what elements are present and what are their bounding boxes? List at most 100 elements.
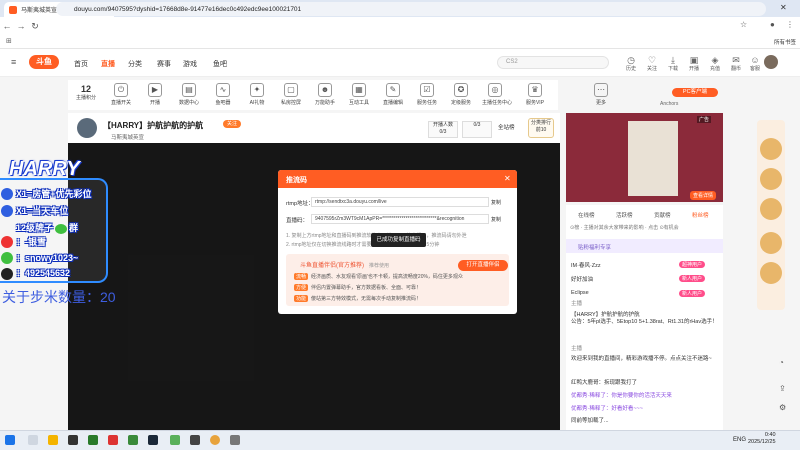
chat-message: 优都秀·稀释了：你是你要你的活活天天来 xyxy=(571,393,672,399)
nav-home[interactable]: 首页 xyxy=(74,59,88,69)
gift-item[interactable] xyxy=(760,138,782,160)
tool-start[interactable]: ▶ 开播 xyxy=(142,83,168,106)
copy-rtmp-button[interactable]: 复制 xyxy=(491,199,501,206)
download-icon: ⤓ xyxy=(671,55,675,65)
file-explorer-icon[interactable] xyxy=(48,435,58,445)
viewer-box[interactable]: 开播人数 0/3 xyxy=(428,121,458,138)
back-icon[interactable]: ← xyxy=(0,21,14,31)
menu-icon[interactable]: ⋮ xyxy=(786,20,794,29)
tool-task[interactable]: ☑ 服务任务 xyxy=(414,83,440,106)
search-input[interactable]: CS2 xyxy=(497,56,609,69)
category-rank[interactable]: 分类排行 前10 xyxy=(528,118,554,138)
gift-item[interactable] xyxy=(760,232,782,254)
copy-key-button[interactable]: 复制 xyxy=(491,216,501,223)
apps-grid-icon[interactable]: ⊞ xyxy=(6,37,12,45)
tab-online[interactable]: 在线榜 xyxy=(578,211,595,219)
tool-private-screen[interactable]: ▢ 私房控屏 xyxy=(278,83,304,106)
wave-icon: ∿ xyxy=(216,83,230,97)
settings-icon[interactable]: ⚙ xyxy=(779,403,786,412)
app-icon[interactable] xyxy=(88,435,98,445)
overlay-line: ：-银雪 xyxy=(16,237,46,247)
tool-rating[interactable]: ✪ 定级服务 xyxy=(448,83,474,106)
close-window-button[interactable]: ✕ xyxy=(780,3,787,12)
robot-icon: ☻ xyxy=(318,83,332,97)
ad-banner[interactable] xyxy=(566,113,723,202)
start-icon[interactable] xyxy=(5,435,15,445)
history-button[interactable]: ◷ 历史 xyxy=(624,55,638,72)
system-clock[interactable]: 0:40 2025/12/25 xyxy=(748,432,776,446)
nav-live[interactable]: 直播 xyxy=(101,59,115,69)
tab-active[interactable]: 活跃榜 xyxy=(616,211,633,219)
nav-category[interactable]: 分类 xyxy=(128,59,142,69)
app-icon[interactable] xyxy=(170,435,180,445)
download-button[interactable]: ⤓ 下载 xyxy=(666,55,680,72)
overlay-line: X1=房管+优先彩位 xyxy=(16,189,92,199)
app-icon[interactable] xyxy=(68,435,78,445)
recharge-button[interactable]: ◈ 充值 xyxy=(708,55,722,72)
hamburger-icon[interactable]: ≡ xyxy=(11,57,16,67)
wechat-icon xyxy=(55,223,68,234)
nav-events[interactable]: 赛事 xyxy=(157,59,171,69)
welcome-line: 欢迎来到我的直播间，精彩游戏播不停。点点关注不迷路~ xyxy=(571,356,712,362)
user-avatar[interactable] xyxy=(764,55,778,69)
tool-vip[interactable]: ♛ 服务VIP xyxy=(522,83,548,106)
streamer-avatar[interactable] xyxy=(77,118,97,138)
tool-interaction[interactable]: ▦ 互动工具 xyxy=(346,83,372,106)
start-stream-button[interactable]: ▣ 开播 xyxy=(687,55,701,72)
tool-ai-gift[interactable]: ✦ AI礼物 xyxy=(244,83,270,106)
address-bar[interactable]: douyu.com/9407595?dyshid=17668d8e-91477e… xyxy=(56,2,766,16)
chat-message: 红鸭大鹿哥：拆现跟我打了 xyxy=(571,380,638,386)
rtmp-field[interactable]: rtmp://sendtxc3a.douyu.com/live xyxy=(311,197,489,207)
ad-detail-button[interactable]: 查看详情 xyxy=(690,191,717,200)
tool-yuba[interactable]: ∿ 鱼吧器 xyxy=(210,83,236,106)
chrome-icon[interactable] xyxy=(210,435,220,445)
app-icon[interactable] xyxy=(108,435,118,445)
tool-more[interactable]: ⋯ 更多 xyxy=(588,83,614,106)
steam-icon[interactable] xyxy=(148,435,158,445)
tab-fans[interactable]: 粉丝榜 xyxy=(692,211,709,219)
tool-edit[interactable]: ✎ 直播编辑 xyxy=(380,83,406,106)
slot-box[interactable]: 0/3 xyxy=(462,121,492,138)
all-bookmarks-label[interactable]: 所有书签 xyxy=(774,38,796,46)
copy-success-toast: 已成功复制直播码 xyxy=(371,233,426,247)
car-icon xyxy=(1,205,13,217)
app-icon[interactable] xyxy=(230,435,240,445)
ad-poster xyxy=(628,121,678,196)
tool-assistant[interactable]: ☻ 万能助手 xyxy=(312,83,338,106)
tab-contribute[interactable]: 贡献榜 xyxy=(654,211,671,219)
tool-data-center[interactable]: ▤ 数据中心 xyxy=(176,83,202,106)
share-icon[interactable]: ⇪ xyxy=(779,384,786,393)
streamer-name[interactable]: 马斯夷城英宣 xyxy=(111,133,144,141)
app-icon[interactable] xyxy=(190,435,200,445)
level-score[interactable]: 12 主播积分 xyxy=(72,84,100,101)
target-icon: ◎ xyxy=(488,83,502,97)
input-language[interactable]: ENG xyxy=(733,437,746,443)
search-icon[interactable] xyxy=(28,435,38,445)
star-icon[interactable]: ☆ xyxy=(740,20,747,29)
forward-icon[interactable]: → xyxy=(14,21,28,31)
nav-games[interactable]: 游戏 xyxy=(183,59,197,69)
pc-client-button[interactable]: PC客户端 xyxy=(672,88,718,97)
close-icon[interactable]: ✕ xyxy=(504,174,511,183)
profile-icon[interactable]: ● xyxy=(770,20,775,29)
tool-task-center[interactable]: ◎ 主播任务中心 xyxy=(482,83,512,106)
tool-live-switch[interactable]: ⏻ 直播开关 xyxy=(108,83,134,106)
douyu-logo[interactable]: 斗鱼 xyxy=(29,55,59,69)
follow-button[interactable]: 关注 xyxy=(223,120,241,128)
open-companion-button[interactable]: 打开直播伴侣 xyxy=(458,260,508,271)
promo-line: 功能 傻站第三方特效模式，无需每次手动复制推流码！ xyxy=(294,295,422,302)
nav-yuba[interactable]: 鱼吧 xyxy=(213,59,227,69)
service-button[interactable]: ☺ 客服 xyxy=(748,55,762,72)
gift-item[interactable] xyxy=(760,198,782,220)
gift-item[interactable] xyxy=(760,168,782,190)
fan-benefit-banner[interactable]: 贴粉福利专享 xyxy=(566,239,723,253)
vip-icon: ♛ xyxy=(528,83,542,97)
follow-list-button[interactable]: ♡ 关注 xyxy=(645,55,659,72)
gift-item[interactable] xyxy=(760,262,782,284)
coin-button[interactable]: ✉ 翻币 xyxy=(729,55,743,72)
side-tool-icon[interactable]: ◔ xyxy=(779,358,784,367)
stream-key-field[interactable]: 9407595rZm3WT9cM1ApPR=******************… xyxy=(311,214,489,224)
app-icon[interactable] xyxy=(128,435,138,445)
reload-icon[interactable]: ↻ xyxy=(28,21,42,32)
fullnet-rank[interactable]: 全站榜 xyxy=(498,123,515,131)
